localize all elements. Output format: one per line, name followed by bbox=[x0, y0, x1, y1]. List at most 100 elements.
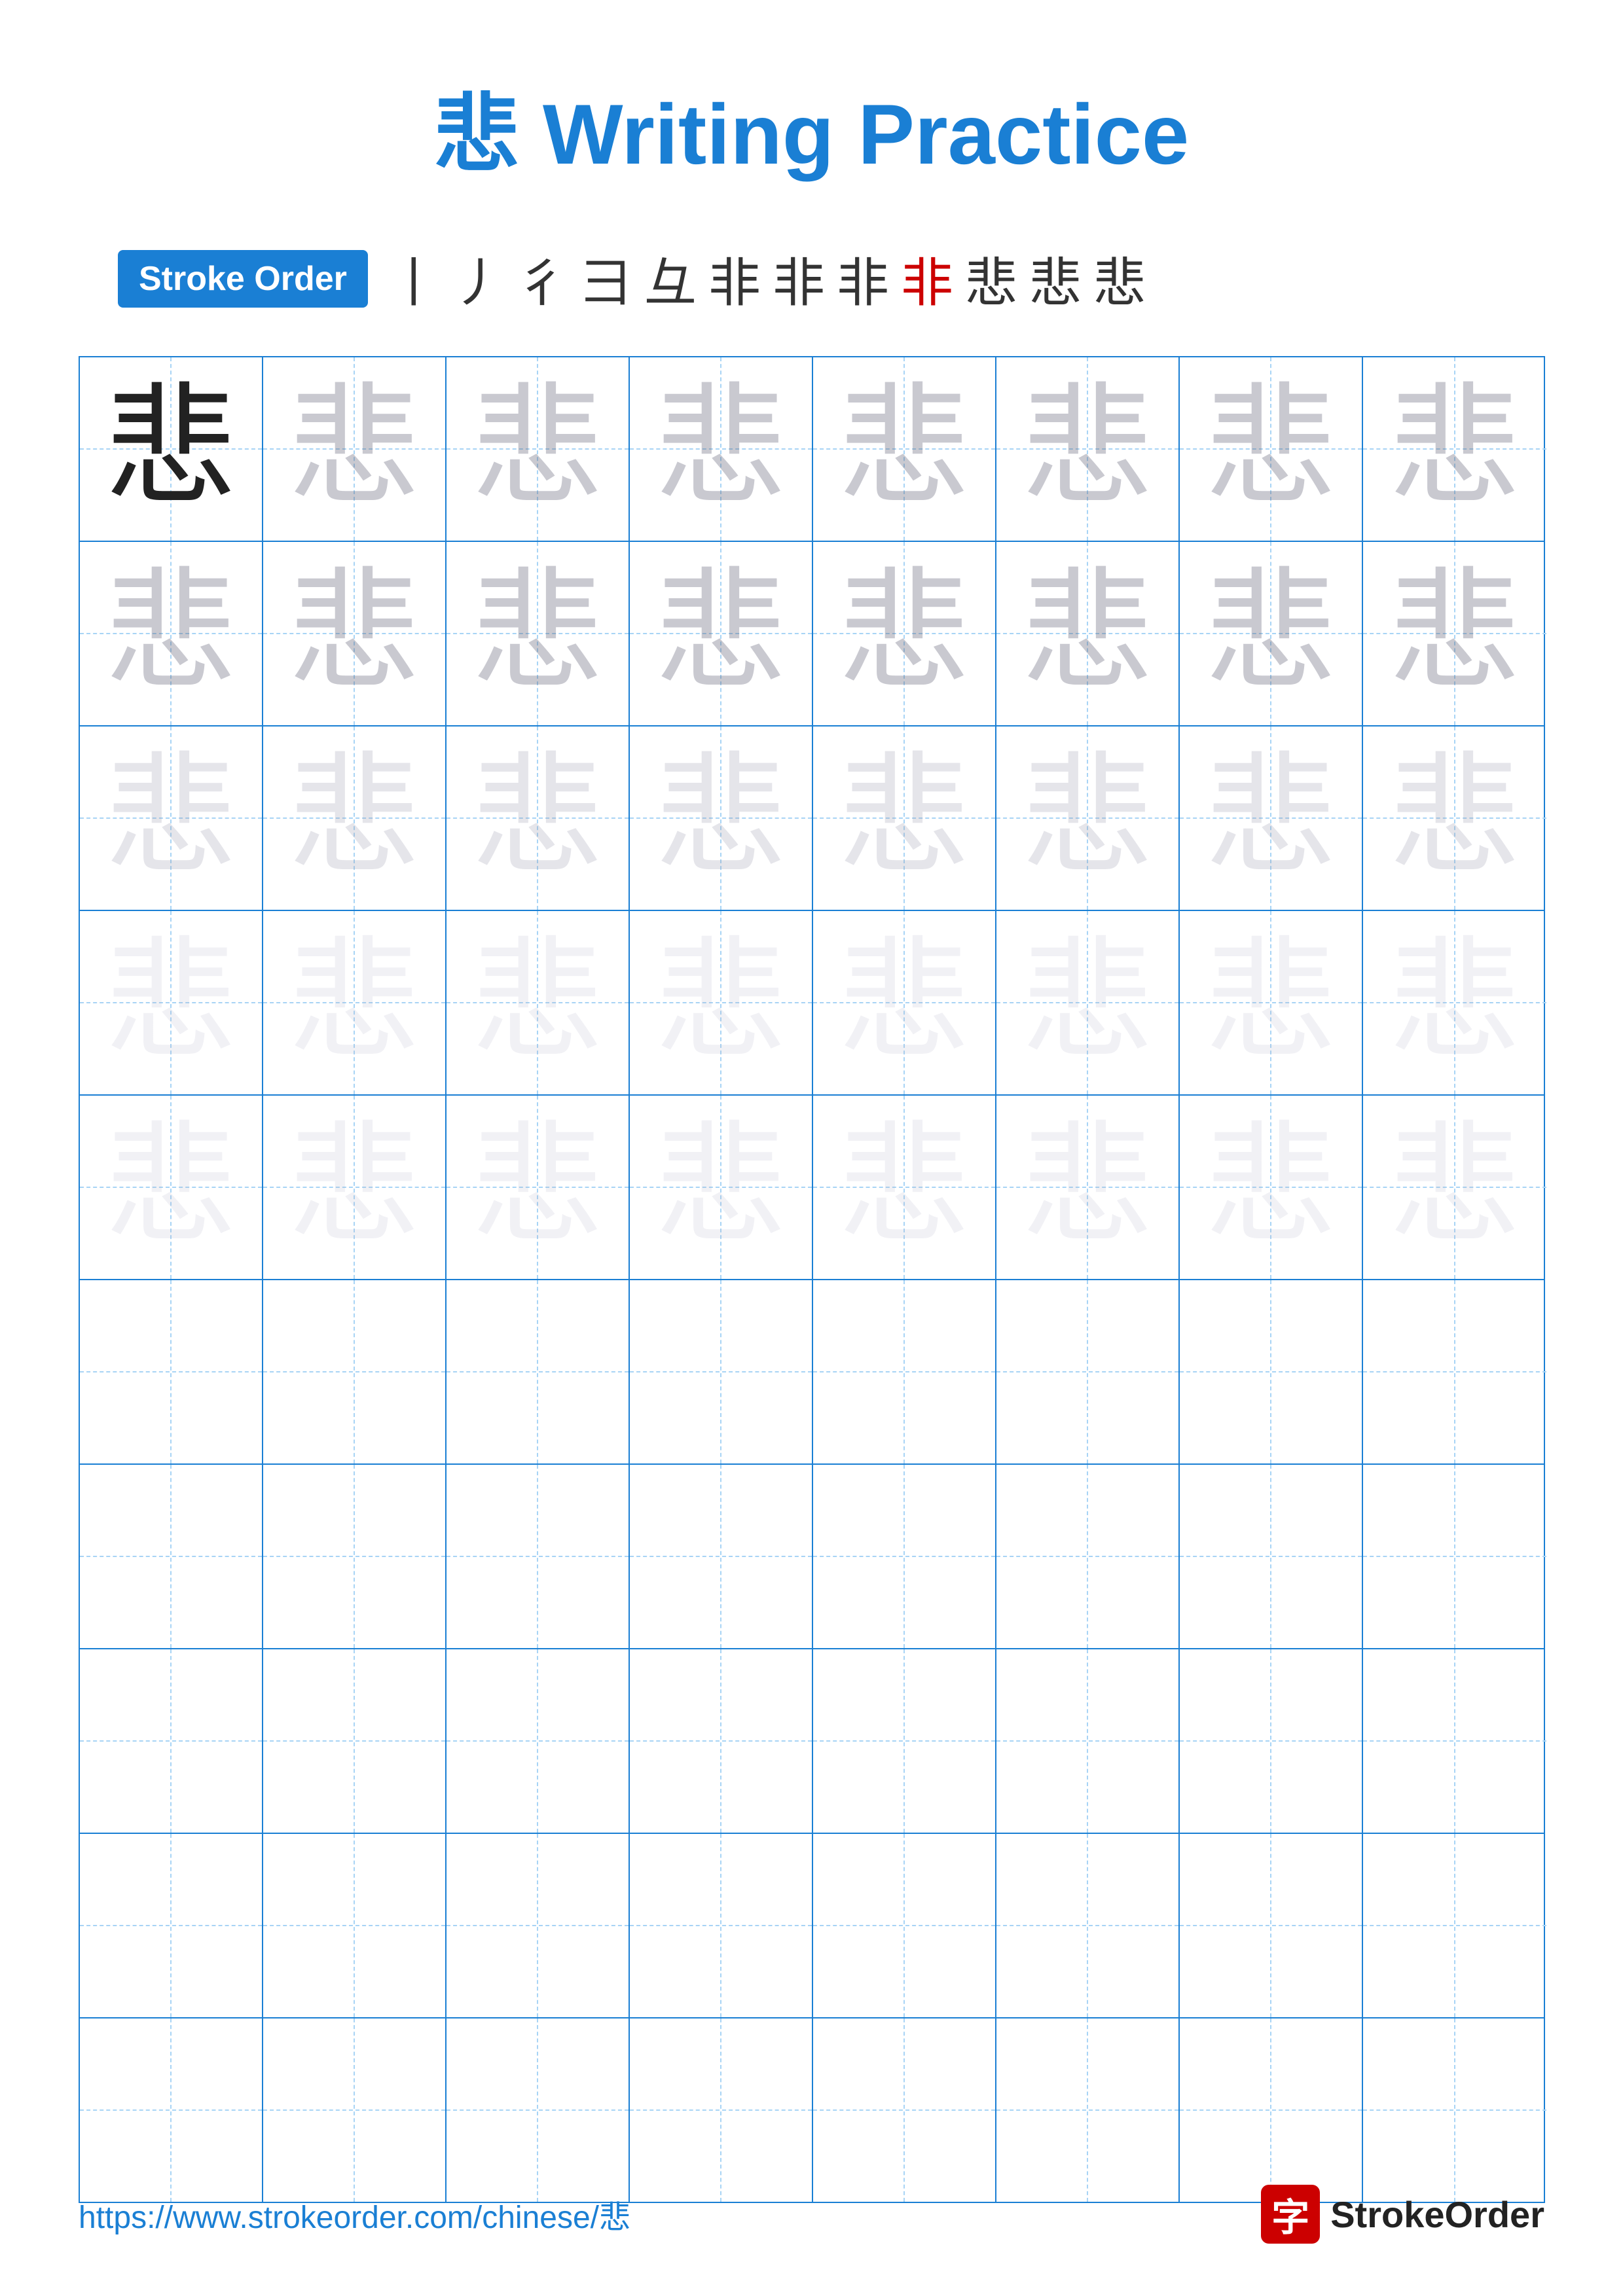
grid-cell[interactable]: 悲 bbox=[263, 726, 447, 910]
grid-cell[interactable] bbox=[813, 1649, 996, 1833]
grid-cell[interactable]: 悲 bbox=[630, 1096, 813, 1279]
grid-cell[interactable]: 悲 bbox=[447, 1096, 630, 1279]
grid-cell[interactable]: 悲 bbox=[996, 542, 1180, 725]
grid-cell[interactable] bbox=[263, 1465, 447, 1648]
grid-cell[interactable]: 悲 bbox=[447, 357, 630, 541]
practice-char: 悲 bbox=[288, 937, 419, 1068]
grid-cell[interactable]: 悲 bbox=[1363, 1096, 1546, 1279]
page-title: 悲 Writing Practice bbox=[434, 65, 1189, 188]
grid-cell[interactable] bbox=[630, 1649, 813, 1833]
grid-cell[interactable] bbox=[1180, 2018, 1363, 2202]
grid-cell[interactable] bbox=[813, 1834, 996, 2017]
grid-cell[interactable] bbox=[263, 1280, 447, 1463]
grid-cell[interactable] bbox=[80, 1465, 263, 1648]
grid-cell[interactable]: 悲 bbox=[813, 726, 996, 910]
grid-cell[interactable] bbox=[813, 1465, 996, 1648]
grid-cell[interactable]: 悲 bbox=[813, 542, 996, 725]
grid-row-6 bbox=[80, 1280, 1544, 1465]
practice-char: 悲 bbox=[1389, 1122, 1520, 1253]
grid-cell[interactable]: 悲 bbox=[80, 542, 263, 725]
grid-cell[interactable] bbox=[263, 1834, 447, 2017]
grid-cell[interactable]: 悲 bbox=[80, 726, 263, 910]
stroke-step-1: 丨 bbox=[388, 241, 440, 317]
grid-cell[interactable] bbox=[263, 2018, 447, 2202]
practice-char: 悲 bbox=[838, 1122, 969, 1253]
practice-char: 悲 bbox=[838, 384, 969, 514]
grid-cell[interactable]: 悲 bbox=[1180, 726, 1363, 910]
grid-cell[interactable] bbox=[1180, 1280, 1363, 1463]
practice-char: 悲 bbox=[105, 384, 236, 514]
grid-cell[interactable] bbox=[1363, 2018, 1546, 2202]
grid-cell[interactable] bbox=[1363, 1465, 1546, 1648]
grid-cell[interactable] bbox=[996, 1834, 1180, 2017]
grid-cell[interactable]: 悲 bbox=[263, 911, 447, 1094]
stroke-step-5: 彑 bbox=[644, 241, 697, 317]
stroke-step-7: 非 bbox=[773, 241, 825, 317]
grid-cell[interactable]: 悲 bbox=[263, 357, 447, 541]
grid-cell[interactable] bbox=[996, 2018, 1180, 2202]
grid-cell[interactable] bbox=[630, 2018, 813, 2202]
grid-cell[interactable]: 悲 bbox=[813, 1096, 996, 1279]
grid-cell[interactable] bbox=[1363, 1649, 1546, 1833]
grid-cell[interactable]: 悲 bbox=[80, 911, 263, 1094]
grid-cell[interactable] bbox=[1363, 1834, 1546, 2017]
grid-cell[interactable] bbox=[1363, 1280, 1546, 1463]
grid-cell[interactable] bbox=[80, 1649, 263, 1833]
grid-cell[interactable] bbox=[80, 2018, 263, 2202]
grid-cell[interactable] bbox=[630, 1834, 813, 2017]
grid-cell[interactable] bbox=[996, 1465, 1180, 1648]
grid-cell[interactable]: 悲 bbox=[1363, 542, 1546, 725]
grid-cell[interactable] bbox=[1180, 1834, 1363, 2017]
stroke-order-label: Stroke Order bbox=[118, 250, 368, 308]
practice-char: 悲 bbox=[1205, 384, 1336, 514]
grid-cell[interactable] bbox=[1180, 1649, 1363, 1833]
grid-cell[interactable]: 悲 bbox=[996, 911, 1180, 1094]
grid-cell[interactable]: 悲 bbox=[447, 911, 630, 1094]
practice-char: 悲 bbox=[838, 937, 969, 1068]
grid-cell[interactable] bbox=[996, 1280, 1180, 1463]
grid-cell[interactable]: 悲 bbox=[630, 357, 813, 541]
grid-cell[interactable] bbox=[813, 1280, 996, 1463]
grid-cell[interactable] bbox=[630, 1280, 813, 1463]
grid-cell[interactable]: 悲 bbox=[263, 1096, 447, 1279]
grid-cell[interactable]: 悲 bbox=[1363, 357, 1546, 541]
grid-cell[interactable] bbox=[630, 1465, 813, 1648]
grid-cell[interactable] bbox=[813, 2018, 996, 2202]
practice-char: 悲 bbox=[655, 937, 786, 1068]
grid-cell[interactable]: 悲 bbox=[1180, 911, 1363, 1094]
grid-cell[interactable] bbox=[447, 2018, 630, 2202]
grid-cell[interactable]: 悲 bbox=[813, 911, 996, 1094]
grid-cell[interactable]: 悲 bbox=[80, 1096, 263, 1279]
grid-cell[interactable]: 悲 bbox=[996, 1096, 1180, 1279]
grid-cell[interactable] bbox=[80, 1834, 263, 2017]
grid-cell[interactable]: 悲 bbox=[630, 542, 813, 725]
grid-cell[interactable] bbox=[447, 1649, 630, 1833]
grid-cell[interactable]: 悲 bbox=[1180, 542, 1363, 725]
grid-cell[interactable] bbox=[263, 1649, 447, 1833]
footer-url: https://www.strokeorder.com/chinese/悲 bbox=[79, 2191, 630, 2237]
grid-cell[interactable]: 悲 bbox=[996, 726, 1180, 910]
grid-cell[interactable] bbox=[447, 1465, 630, 1648]
grid-cell[interactable]: 悲 bbox=[630, 911, 813, 1094]
grid-cell[interactable]: 悲 bbox=[1363, 911, 1546, 1094]
grid-cell[interactable] bbox=[1180, 1465, 1363, 1648]
grid-cell[interactable]: 悲 bbox=[630, 726, 813, 910]
grid-cell[interactable]: 悲 bbox=[447, 726, 630, 910]
practice-char: 悲 bbox=[1205, 568, 1336, 699]
grid-cell[interactable]: 悲 bbox=[1180, 1096, 1363, 1279]
grid-cell[interactable] bbox=[80, 1280, 263, 1463]
grid-cell[interactable]: 悲 bbox=[80, 357, 263, 541]
grid-cell[interactable] bbox=[996, 1649, 1180, 1833]
grid-cell[interactable] bbox=[447, 1834, 630, 2017]
stroke-step-8: 非 bbox=[837, 241, 889, 317]
grid-cell[interactable]: 悲 bbox=[996, 357, 1180, 541]
grid-cell[interactable] bbox=[447, 1280, 630, 1463]
grid-cell[interactable]: 悲 bbox=[1363, 726, 1546, 910]
stroke-step-3: 彳 bbox=[516, 241, 568, 317]
practice-char: 悲 bbox=[1205, 937, 1336, 1068]
grid-cell[interactable]: 悲 bbox=[1180, 357, 1363, 541]
grid-cell[interactable]: 悲 bbox=[263, 542, 447, 725]
stroke-step-10: 悲 bbox=[965, 241, 1017, 317]
grid-cell[interactable]: 悲 bbox=[447, 542, 630, 725]
grid-cell[interactable]: 悲 bbox=[813, 357, 996, 541]
